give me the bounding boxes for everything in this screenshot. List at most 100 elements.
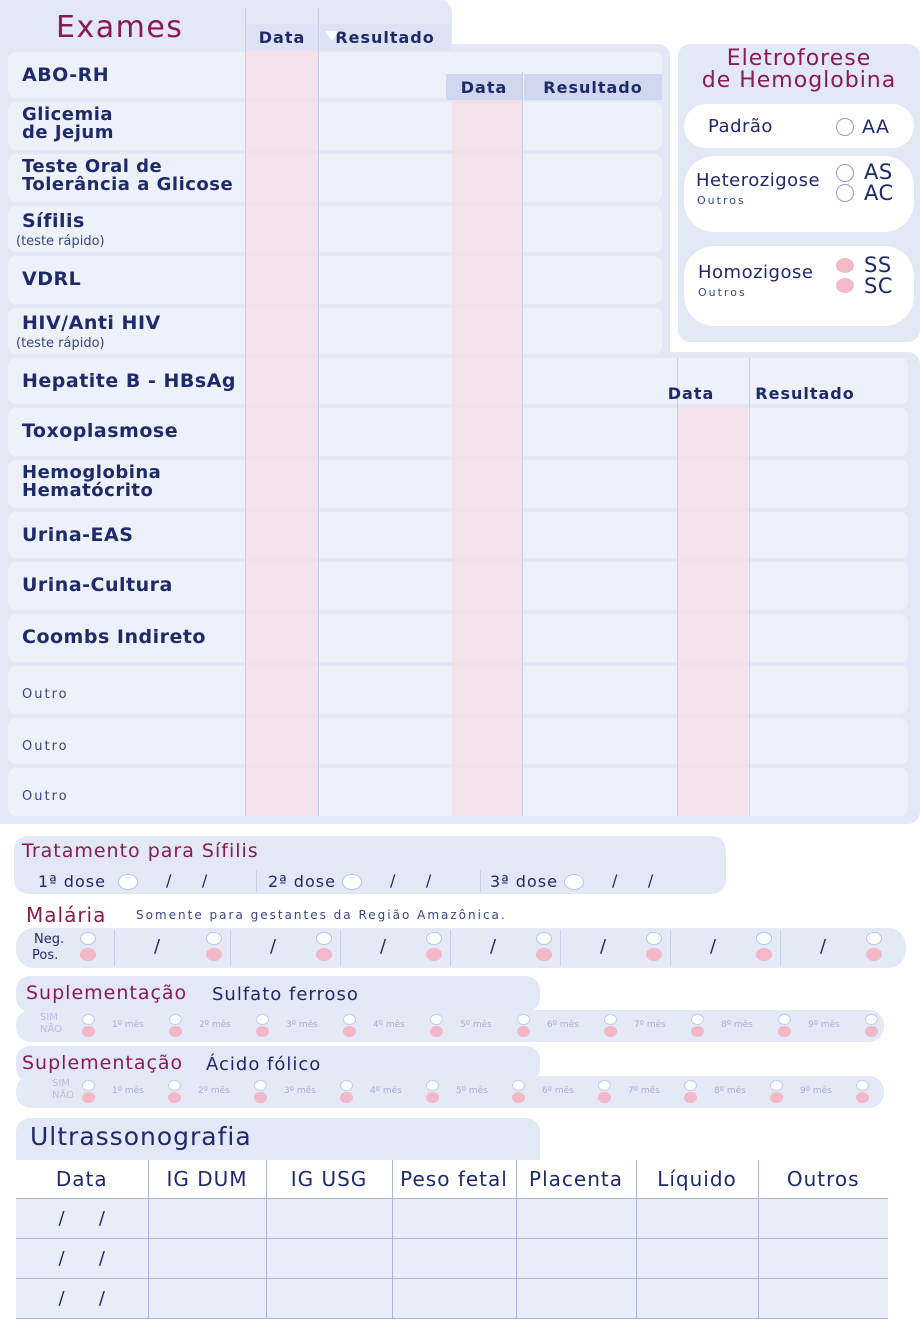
dose1-check[interactable] — [118, 874, 138, 890]
table-cell[interactable] — [757, 1277, 888, 1319]
malaria-date-slash[interactable]: / — [600, 936, 606, 957]
date-cell[interactable]: / / — [16, 1277, 149, 1319]
table-cell[interactable] — [757, 1237, 888, 1279]
as-radio[interactable] — [836, 164, 854, 182]
pos-radio[interactable] — [866, 948, 882, 961]
sim-radio[interactable] — [778, 1014, 791, 1025]
sc-radio[interactable] — [836, 278, 854, 293]
sim-radio[interactable] — [865, 1014, 878, 1025]
date-cell[interactable]: / / — [16, 1197, 149, 1239]
table-cell[interactable] — [147, 1197, 267, 1239]
nao-radio[interactable] — [168, 1092, 181, 1103]
date-cell[interactable]: / / — [16, 1237, 149, 1279]
dose2-check[interactable] — [342, 874, 362, 890]
pos-radio[interactable] — [756, 948, 772, 961]
sim-radio[interactable] — [82, 1080, 95, 1091]
table-cell[interactable] — [635, 1237, 759, 1279]
malaria-divider — [230, 930, 231, 966]
table-cell[interactable] — [265, 1197, 393, 1239]
sim-radio[interactable] — [340, 1080, 353, 1091]
neg-radio[interactable] — [756, 932, 772, 945]
dose3-date[interactable]: / / — [612, 871, 653, 890]
dose2-date[interactable]: / / — [390, 871, 431, 890]
nao-radio[interactable] — [169, 1026, 182, 1037]
nao-radio[interactable] — [82, 1092, 95, 1103]
malaria-date-slash[interactable]: / — [380, 936, 386, 957]
nao-radio[interactable] — [691, 1026, 704, 1037]
exam-sublabel: (teste rápido) — [16, 336, 105, 351]
nao-radio[interactable] — [430, 1026, 443, 1037]
ac-radio[interactable] — [836, 184, 854, 202]
sim-radio[interactable] — [82, 1014, 95, 1025]
nao-radio[interactable] — [865, 1026, 878, 1037]
pos-radio[interactable] — [206, 948, 222, 961]
table-cell[interactable] — [757, 1197, 888, 1239]
pos-radio[interactable] — [316, 948, 332, 961]
table-cell[interactable] — [265, 1277, 393, 1319]
sim-radio[interactable] — [169, 1014, 182, 1025]
nao-radio[interactable] — [778, 1026, 791, 1037]
table-cell[interactable] — [515, 1277, 637, 1319]
aa-label: AA — [862, 116, 890, 138]
nao-radio[interactable] — [598, 1092, 611, 1103]
sim-radio[interactable] — [517, 1014, 530, 1025]
dose3-check[interactable] — [564, 874, 584, 890]
table-cell[interactable] — [515, 1237, 637, 1279]
table-cell[interactable] — [515, 1197, 637, 1239]
sim-radio[interactable] — [604, 1014, 617, 1025]
table-cell[interactable] — [391, 1277, 517, 1319]
nao-radio[interactable] — [343, 1026, 356, 1037]
table-cell[interactable] — [147, 1277, 267, 1319]
exames-title: Exames — [56, 10, 184, 45]
sim-radio[interactable] — [254, 1080, 267, 1091]
ss-radio[interactable] — [836, 258, 854, 273]
sim-radio[interactable] — [426, 1080, 439, 1091]
nao-radio[interactable] — [426, 1092, 439, 1103]
sim-radio[interactable] — [512, 1080, 525, 1091]
sim-radio[interactable] — [598, 1080, 611, 1091]
table-cell[interactable] — [265, 1237, 393, 1279]
nao-radio[interactable] — [256, 1026, 269, 1037]
malaria-date-slash[interactable]: / — [490, 936, 496, 957]
sim-radio[interactable] — [430, 1014, 443, 1025]
nao-radio[interactable] — [82, 1026, 95, 1037]
pos-radio[interactable] — [426, 948, 442, 961]
neg-radio[interactable] — [536, 932, 552, 945]
sim-radio[interactable] — [856, 1080, 869, 1091]
malaria-date-slash[interactable]: / — [710, 936, 716, 957]
nao-radio[interactable] — [604, 1026, 617, 1037]
pos-radio[interactable] — [536, 948, 552, 961]
neg-radio[interactable] — [206, 932, 222, 945]
pos-radio[interactable] — [646, 948, 662, 961]
table-cell[interactable] — [391, 1197, 517, 1239]
table-cell[interactable] — [635, 1197, 759, 1239]
malaria-date-slash[interactable]: / — [270, 936, 276, 957]
malaria-date-slash[interactable]: / — [154, 936, 160, 957]
neg-radio[interactable] — [646, 932, 662, 945]
neg-radio[interactable] — [316, 932, 332, 945]
table-cell[interactable] — [391, 1237, 517, 1279]
sim-radio[interactable] — [691, 1014, 704, 1025]
nao-radio[interactable] — [770, 1092, 783, 1103]
nao-radio[interactable] — [684, 1092, 697, 1103]
nao-radio[interactable] — [340, 1092, 353, 1103]
dose1-date[interactable]: / / — [166, 871, 207, 890]
table-cell[interactable] — [635, 1277, 759, 1319]
neg-radio[interactable] — [866, 932, 882, 945]
neg-radio[interactable] — [80, 932, 96, 945]
sim-radio[interactable] — [770, 1080, 783, 1091]
nao-radio[interactable] — [512, 1092, 525, 1103]
nao-radio[interactable] — [517, 1026, 530, 1037]
nao-radio[interactable] — [254, 1092, 267, 1103]
pos-radio[interactable] — [80, 948, 96, 961]
sim-radio[interactable] — [684, 1080, 697, 1091]
neg-radio[interactable] — [426, 932, 442, 945]
aa-radio[interactable] — [836, 118, 854, 136]
sim-radio[interactable] — [343, 1014, 356, 1025]
table-cell[interactable] — [147, 1237, 267, 1279]
sim-radio[interactable] — [256, 1014, 269, 1025]
sulfato-sim: SIM — [40, 1012, 58, 1023]
sim-radio[interactable] — [168, 1080, 181, 1091]
malaria-date-slash[interactable]: / — [820, 936, 826, 957]
nao-radio[interactable] — [856, 1092, 869, 1103]
